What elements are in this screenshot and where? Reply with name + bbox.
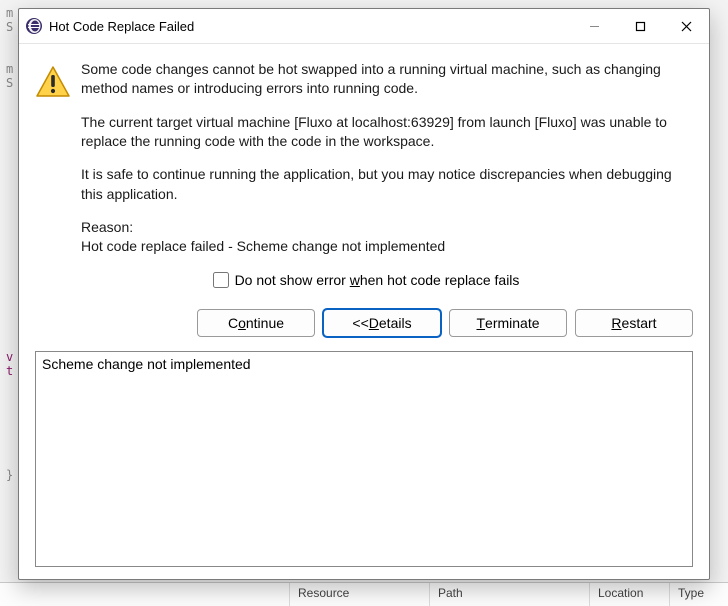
- col-location: Location: [590, 583, 670, 606]
- details-textarea[interactable]: [35, 351, 693, 568]
- message-para2: The current target virtual machine [Flux…: [81, 113, 693, 152]
- warning-icon: [35, 64, 71, 100]
- reason-body: Hot code replace failed - Scheme change …: [81, 237, 693, 256]
- details-button[interactable]: << Details: [323, 309, 441, 337]
- dialog-title: Hot Code Replace Failed: [49, 19, 571, 34]
- message-text: Some code changes cannot be hot swapped …: [81, 60, 693, 263]
- eclipse-icon: [25, 17, 43, 35]
- message-para3: It is safe to continue running the appli…: [81, 165, 693, 204]
- suppress-error-checkbox[interactable]: [213, 272, 229, 288]
- terminate-button[interactable]: Terminate: [449, 309, 567, 337]
- titlebar: Hot Code Replace Failed: [19, 9, 709, 44]
- restart-button[interactable]: Restart: [575, 309, 693, 337]
- maximize-button[interactable]: [617, 9, 663, 43]
- col-path: Path: [430, 583, 590, 606]
- col-type: Type: [670, 583, 728, 606]
- close-button[interactable]: [663, 9, 709, 43]
- reason-label: Reason:: [81, 218, 693, 237]
- message-para1: Some code changes cannot be hot swapped …: [81, 60, 693, 99]
- suppress-error-label[interactable]: Do not show error when hot code replace …: [235, 272, 520, 288]
- col-resource: Resource: [290, 583, 430, 606]
- continue-button[interactable]: Continue: [197, 309, 315, 337]
- dialog: Hot Code Replace Failed: [18, 8, 710, 580]
- minimize-button[interactable]: [571, 9, 617, 43]
- background-problems-header: Resource Path Location Type: [0, 582, 728, 606]
